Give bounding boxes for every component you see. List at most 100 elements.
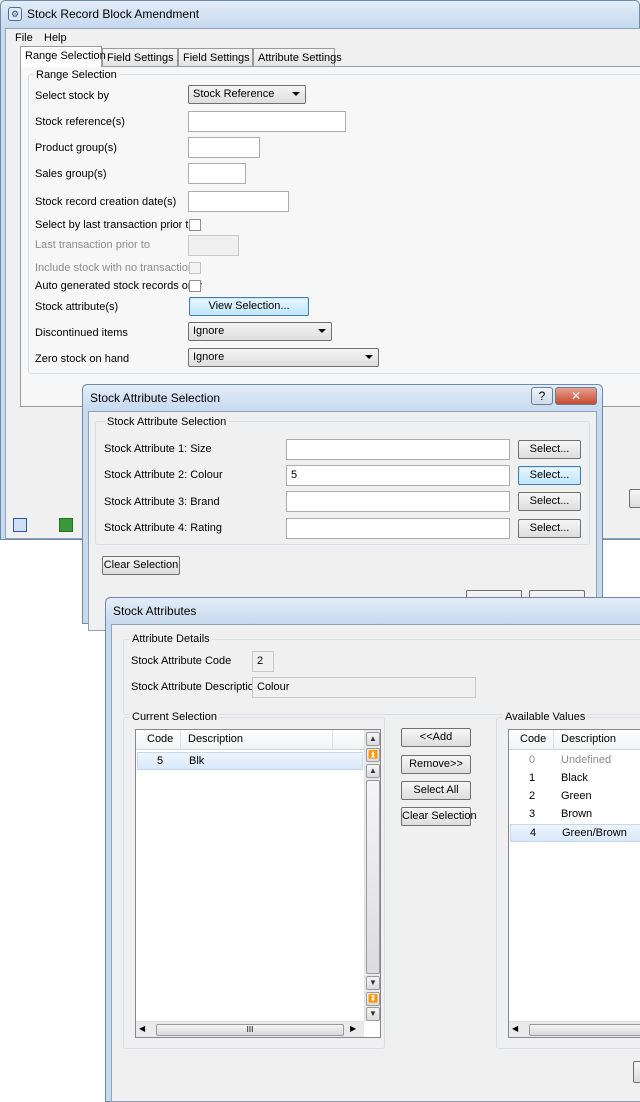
discontinued-combo[interactable]: Ignore	[188, 322, 332, 341]
attr-selection-group-title: Stock Attribute Selection	[105, 416, 229, 428]
main-title-bar[interactable]: ⚙ Stock Record Block Amendment	[1, 1, 639, 27]
attr-4-label: Stock Attribute 4: Rating	[104, 522, 223, 534]
close-button[interactable]: ✕	[555, 387, 597, 405]
help-button[interactable]: ?	[531, 387, 553, 405]
tab-attribute-settings[interactable]: Attribute Settings	[253, 48, 342, 67]
attr-3-select-button[interactable]: Select...	[518, 492, 581, 511]
list-item[interactable]: 1 Black	[510, 770, 640, 788]
double-arrow-down-icon[interactable]: ⏬	[366, 992, 380, 1006]
attr-1-input[interactable]	[286, 439, 510, 460]
stock-references-label: Stock reference(s)	[35, 116, 125, 128]
list-item[interactable]: 2 Green	[510, 788, 640, 806]
clear-selection-button[interactable]: Clear Selection	[102, 556, 180, 575]
zero-stock-combo[interactable]: Ignore	[188, 348, 379, 367]
stock-attributes-title-bar[interactable]: Stock Attributes	[106, 598, 640, 624]
stock-attributes-label: Stock attribute(s)	[35, 301, 119, 313]
arrow-down-icon[interactable]: ▼	[366, 976, 380, 990]
attr-2-input[interactable]: 5	[286, 465, 510, 486]
attr-3-input[interactable]	[286, 491, 510, 512]
current-list-header: Code Description	[136, 730, 364, 750]
current-selection-list[interactable]: Code Description 5 Blk ▲ ⏫ ▲ ▼ ⏬ ▼ ◀ III	[135, 729, 381, 1038]
col-code[interactable]: Code	[520, 733, 546, 745]
chevron-down-icon	[365, 355, 373, 359]
scroll-thumb[interactable]	[529, 1024, 640, 1036]
stock-references-input[interactable]	[188, 111, 346, 132]
clear-selection-button[interactable]: Clear Selection	[401, 807, 477, 826]
current-list-hscroll[interactable]: ◀ III ▶	[136, 1021, 364, 1037]
discontinued-label: Discontinued items	[35, 327, 128, 339]
attr-2-select-button[interactable]: Select...	[518, 466, 581, 485]
menu-help[interactable]: Help	[44, 32, 67, 44]
last-tx-prior-input[interactable]	[188, 235, 239, 256]
scroll-thumb[interactable]	[366, 780, 380, 974]
available-values-list[interactable]: Code Description 0 Undefined 1 Black 2 G…	[508, 729, 640, 1038]
list-item[interactable]: 5 Blk	[137, 752, 363, 770]
tab-field-settings-1[interactable]: Field Settings 1	[102, 48, 183, 67]
attr-1-select-button[interactable]: Select...	[518, 440, 581, 459]
arrow-up-icon[interactable]: ▲	[366, 732, 380, 746]
col-description[interactable]: Description	[561, 733, 616, 745]
scroll-thumb[interactable]: III	[156, 1024, 344, 1036]
arrow-left-icon[interactable]: ◀	[139, 1024, 145, 1033]
auto-generated-label: Auto generated stock records only	[35, 280, 202, 292]
tree-icon[interactable]	[13, 518, 27, 532]
stock-attributes-client: Attribute Details Stock Attribute Code 2…	[111, 624, 640, 1102]
partial-button[interactable]	[629, 489, 640, 508]
col-description[interactable]: Description	[188, 733, 243, 745]
attr-1-label: Stock Attribute 1: Size	[104, 443, 212, 455]
attribute-code-field: 2	[252, 651, 274, 672]
select-by-last-tx-checkbox[interactable]	[189, 219, 201, 231]
include-no-tx-checkbox[interactable]	[189, 262, 201, 274]
available-list-header: Code Description	[509, 730, 640, 750]
arrow-left-icon[interactable]: ◀	[512, 1024, 518, 1033]
tab-range-selection[interactable]: Range Selection	[20, 46, 106, 67]
product-groups-label: Product group(s)	[35, 142, 117, 154]
select-all-button[interactable]: Select All	[401, 781, 471, 800]
attribute-description-field: Colour	[252, 677, 476, 698]
attr-selection-dialog: Stock Attribute Selection ? ✕ Stock Attr…	[82, 384, 603, 631]
arrow-right-icon[interactable]: ▶	[350, 1024, 356, 1033]
stock-attributes-dialog: Stock Attributes Attribute Details Stock…	[105, 597, 640, 1102]
attr-4-select-button[interactable]: Select...	[518, 519, 581, 538]
sales-groups-input[interactable]	[188, 163, 246, 184]
view-selection-button[interactable]: View Selection...	[189, 297, 309, 316]
select-stock-by-combo[interactable]: Stock Reference	[188, 85, 306, 104]
current-selection-group-title: Current Selection	[130, 711, 219, 723]
arrow-up-icon[interactable]: ▲	[366, 764, 380, 778]
select-by-last-tx-label: Select by last transaction prior to	[35, 219, 195, 231]
double-arrow-up-icon[interactable]: ⏫	[366, 748, 380, 762]
last-tx-prior-label: Last transaction prior to	[35, 239, 150, 251]
list-item[interactable]: 0 Undefined	[510, 752, 640, 770]
current-list-vscroll[interactable]: ▲ ⏫ ▲ ▼ ⏬ ▼	[364, 730, 380, 1021]
attr-4-input[interactable]	[286, 518, 510, 539]
list-item[interactable]: 4 Green/Brown	[510, 824, 640, 842]
col-code[interactable]: Code	[147, 733, 173, 745]
attr-selection-title: Stock Attribute Selection	[90, 391, 221, 405]
creation-dates-label: Stock record creation date(s)	[35, 196, 177, 208]
tab-field-settings-2[interactable]: Field Settings 2	[178, 48, 259, 67]
auto-generated-checkbox[interactable]	[189, 280, 201, 292]
green-square-icon[interactable]	[59, 518, 73, 532]
available-list-hscroll[interactable]: ◀	[509, 1021, 640, 1037]
available-values-group-title: Available Values	[503, 711, 588, 723]
product-groups-input[interactable]	[188, 137, 260, 158]
add-button[interactable]: <<Add	[401, 728, 471, 747]
attr-3-label: Stock Attribute 3: Brand	[104, 496, 220, 508]
chevron-down-icon	[292, 92, 300, 96]
menu-bar: File Help	[6, 29, 640, 47]
attr-2-label: Stock Attribute 2: Colour	[104, 469, 223, 481]
attribute-details-group-title: Attribute Details	[130, 633, 212, 645]
creation-dates-input[interactable]	[188, 191, 289, 212]
attribute-description-label: Stock Attribute Description	[131, 681, 261, 693]
remove-button[interactable]: Remove>>	[401, 755, 471, 774]
attr-selection-title-bar[interactable]: Stock Attribute Selection ? ✕	[83, 385, 602, 411]
menu-file[interactable]: File	[15, 32, 33, 44]
include-no-tx-label: Include stock with no transactions	[35, 262, 200, 274]
chevron-down-icon	[318, 329, 326, 333]
arrow-down-icon[interactable]: ▼	[366, 1007, 380, 1021]
list-item[interactable]: 3 Brown	[510, 806, 640, 824]
main-window-title: Stock Record Block Amendment	[27, 7, 200, 21]
sales-groups-label: Sales group(s)	[35, 168, 107, 180]
stock-attributes-title: Stock Attributes	[113, 604, 197, 618]
ok-button-partial[interactable]	[633, 1061, 640, 1083]
